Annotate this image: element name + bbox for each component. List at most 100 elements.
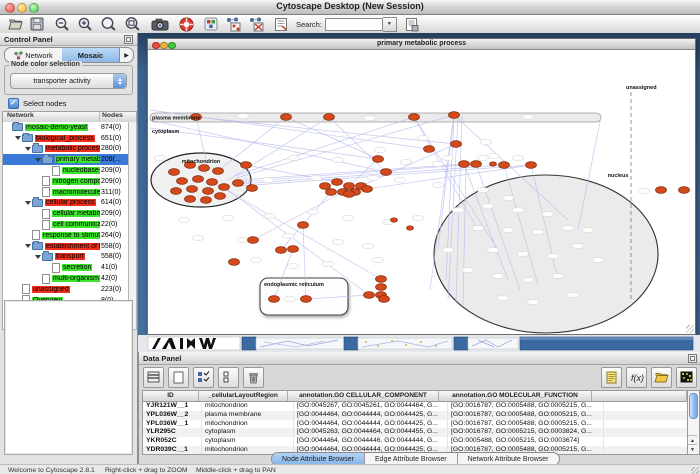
tree-item-unassigned[interactable]: unassigned223(0) <box>3 284 129 295</box>
graph-edge[interactable] <box>349 159 378 186</box>
graph-node[interactable] <box>248 237 259 244</box>
notes-icon[interactable] <box>601 367 622 388</box>
app-resize-grip[interactable] <box>691 467 699 474</box>
graph-node[interactable] <box>499 162 510 169</box>
tree-item-secretion[interactable]: secretion41(0) <box>3 262 129 273</box>
float-data-panel-icon[interactable] <box>688 354 697 363</box>
graph-node[interactable] <box>344 191 355 198</box>
graph-node[interactable] <box>471 161 482 168</box>
column-header-annotation-go-molecular-function[interactable]: annotation.GO MOLECULAR_FUNCTION <box>439 391 592 401</box>
snapshot-icon[interactable] <box>151 16 169 32</box>
graph-node[interactable] <box>169 169 180 176</box>
graph-node[interactable] <box>241 162 252 169</box>
graph-edge[interactable] <box>246 165 337 182</box>
tree-col-nodes[interactable]: Nodes <box>100 112 136 122</box>
background-window-button[interactable] <box>454 337 468 350</box>
expander-icon[interactable] <box>25 147 32 151</box>
graph-node[interactable] <box>215 193 226 200</box>
graph-node[interactable] <box>298 222 309 229</box>
graph-node[interactable] <box>656 187 667 194</box>
function-builder-icon[interactable]: f(x) <box>626 367 647 388</box>
search-options-icon[interactable] <box>405 16 419 32</box>
graph-node[interactable] <box>391 218 398 222</box>
node-color-dropdown[interactable]: transporter activity <box>10 73 127 89</box>
graph-node[interactable] <box>199 165 210 172</box>
expander-icon[interactable] <box>35 255 42 259</box>
destroy-view-icon[interactable] <box>248 16 264 32</box>
search-input[interactable] <box>325 18 383 31</box>
tab-network[interactable]: Network <box>5 48 62 62</box>
graph-node[interactable] <box>207 179 218 186</box>
graph-node[interactable] <box>451 141 462 148</box>
graph-node[interactable] <box>185 196 196 203</box>
tree-item-primary-metabol[interactable]: primary metabol209(... <box>3 154 129 165</box>
graph-node[interactable] <box>409 114 420 121</box>
graph-node[interactable] <box>187 186 198 193</box>
graph-node[interactable] <box>324 114 335 121</box>
tree-item-response-to-stimulu[interactable]: response to stimulu264(0) <box>3 230 129 241</box>
graph-node[interactable] <box>213 168 224 175</box>
graph-node[interactable] <box>344 183 355 190</box>
background-window-button[interactable] <box>344 337 358 350</box>
graph-node[interactable] <box>288 246 299 253</box>
tree-item-mosaic-demo-yeast[interactable]: mosaic-demo-yeast874(0) <box>3 122 129 133</box>
graph-node[interactable] <box>332 179 343 186</box>
graph-node[interactable] <box>281 114 292 121</box>
scroll-down-icon[interactable]: ▼ <box>688 444 697 454</box>
graph-node[interactable] <box>301 296 312 303</box>
network-canvas[interactable]: plasma membrane cytoplasm mitochondrion … <box>148 50 695 334</box>
graph-node[interactable] <box>193 176 204 183</box>
zoom-in-icon[interactable] <box>77 16 93 32</box>
search-dropdown-button[interactable]: ▼ <box>383 17 397 32</box>
tree-item-multi-organism-pro[interactable]: multi-organism pro42(0) <box>3 273 129 284</box>
tree-item-metabolic-process[interactable]: metabolic process280(0) <box>3 144 129 155</box>
graph-node[interactable] <box>459 161 470 168</box>
tree-scrollbar[interactable] <box>128 122 137 330</box>
tree-item-nitrogen-compo[interactable]: nitrogen compo209(0) <box>3 176 129 187</box>
graph-node[interactable] <box>364 292 375 299</box>
background-window-button[interactable] <box>242 337 256 350</box>
tree-item-nucleobase-co[interactable]: nucleobase-co209(0) <box>3 165 129 176</box>
graph-node[interactable] <box>203 188 214 195</box>
graph-node[interactable] <box>379 296 390 303</box>
table-scrollbar[interactable]: ▲ ▼ <box>687 390 700 455</box>
tree-item-establishment-of-lo[interactable]: establishment of lo558(0) <box>3 241 129 252</box>
tree-item-cellular-process[interactable]: cellular process614(0) <box>3 198 129 209</box>
unselect-attributes-icon[interactable] <box>218 367 239 388</box>
expander-icon[interactable] <box>35 158 42 162</box>
help-icon[interactable] <box>179 16 194 32</box>
tab-scroll-right-icon[interactable]: ▶ <box>119 48 133 62</box>
graph-node[interactable] <box>526 162 537 169</box>
graph-node[interactable] <box>229 259 240 266</box>
graph-node[interactable] <box>407 226 414 230</box>
new-attribute-icon[interactable] <box>168 367 189 388</box>
expander-icon[interactable] <box>15 136 22 140</box>
table-row[interactable]: YPL036W__2plasma membrane[GO:0044464, GO… <box>143 411 687 420</box>
graph-node[interactable] <box>320 183 331 190</box>
network-window-titlebar[interactable]: primary metabolic process <box>148 39 695 50</box>
column-header-id[interactable]: ID <box>143 391 199 401</box>
zoom-fit-icon[interactable] <box>124 16 141 32</box>
create-view-icon[interactable] <box>225 16 241 32</box>
graph-node[interactable] <box>376 284 387 291</box>
tree-col-network[interactable]: Network <box>3 112 100 122</box>
graph-node[interactable] <box>449 112 460 119</box>
graph-node[interactable] <box>269 296 280 303</box>
column-header-cellularlayoutregion[interactable]: _cellularLayoutRegion <box>199 391 288 401</box>
graph-node[interactable] <box>376 276 387 283</box>
table-row[interactable]: YLR295Ccytoplasm[GO:0045263, GO:0044464,… <box>143 428 687 437</box>
tree-item-cell-communicat[interactable]: cell communicat22(0) <box>3 219 129 230</box>
tree-item-cellular-metabo[interactable]: cellular metabo209(0) <box>3 208 129 219</box>
tree-item-transport[interactable]: transport558(0) <box>3 252 129 263</box>
expander-icon[interactable] <box>25 244 32 248</box>
graph-node[interactable] <box>171 188 182 195</box>
select-nodes-checkbox[interactable]: ✓ <box>8 98 19 109</box>
table-row[interactable]: YPL036W__1mitochondrion[GO:0044464, GO:0… <box>143 420 687 429</box>
delete-attribute-icon[interactable] <box>243 367 264 388</box>
tab-mosaic[interactable]: Mosaic <box>62 48 119 62</box>
graph-node[interactable] <box>247 185 258 192</box>
annotations-icon[interactable] <box>274 16 288 32</box>
graph-node[interactable] <box>362 186 373 193</box>
expander-icon[interactable] <box>25 201 32 205</box>
tree-item-macromolecule[interactable]: macromolecule311(0) <box>3 187 129 198</box>
